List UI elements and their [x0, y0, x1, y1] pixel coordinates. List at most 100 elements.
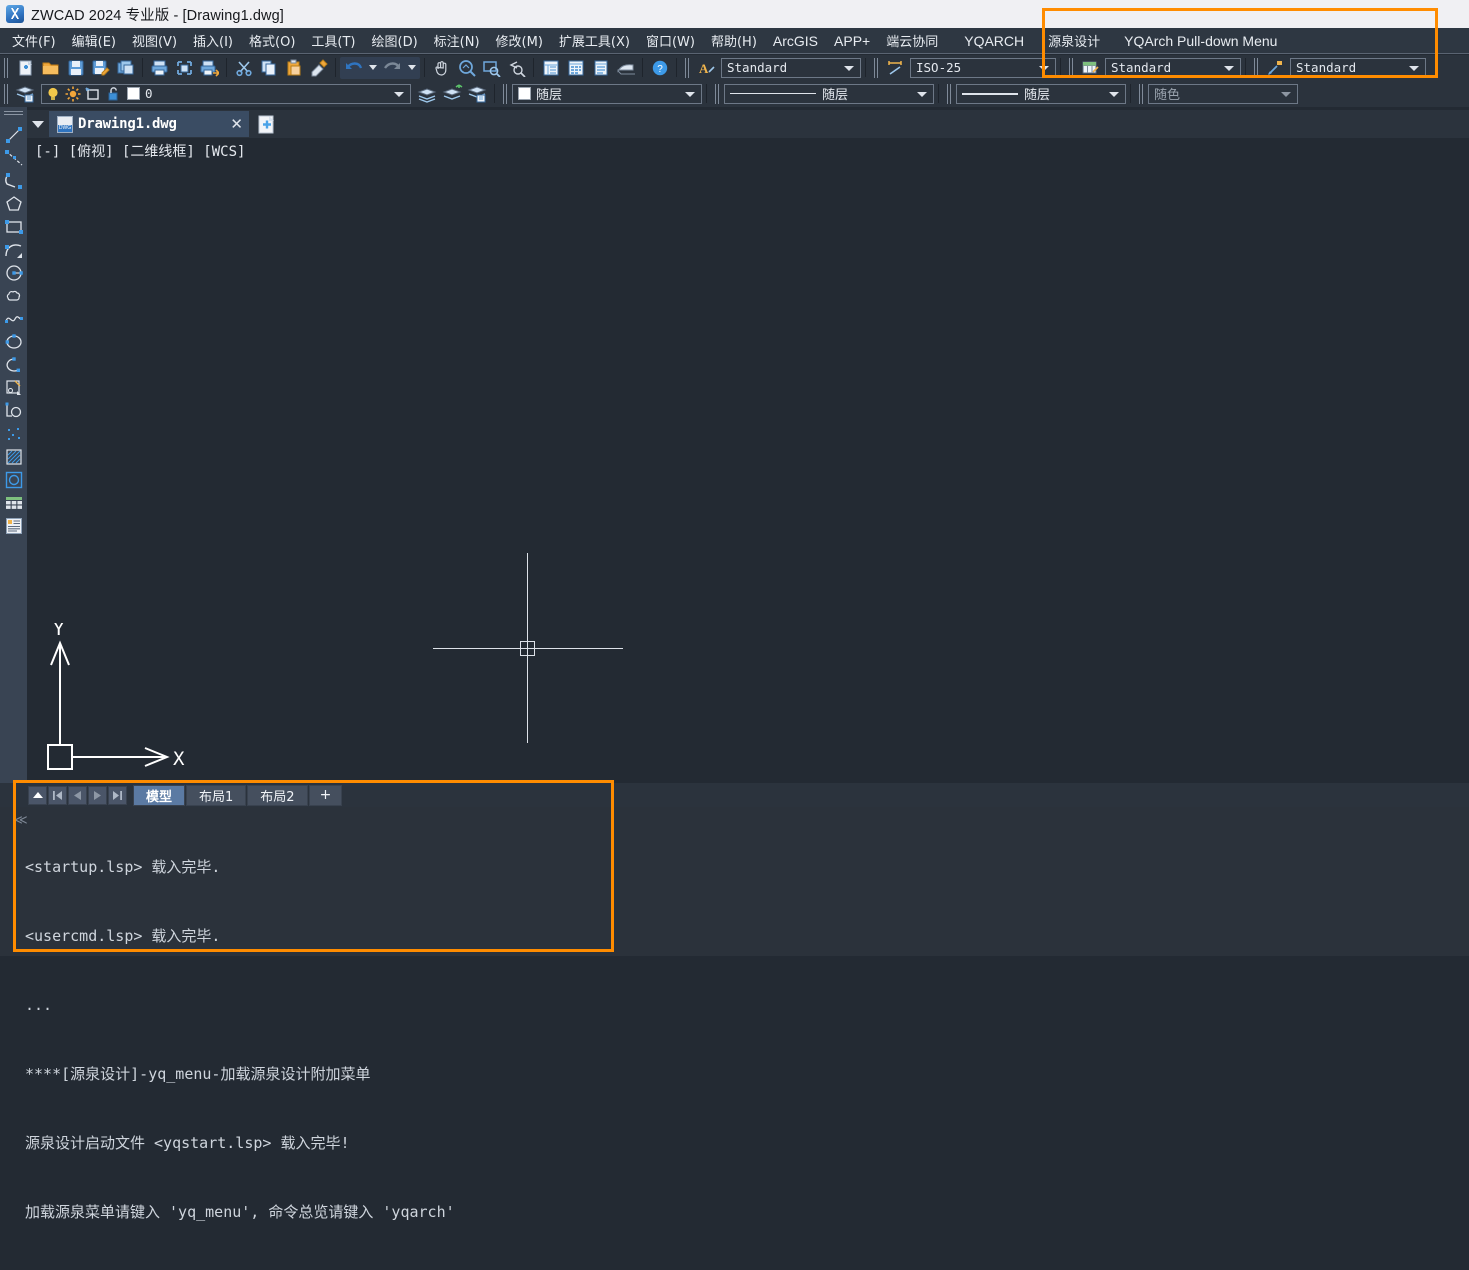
circle-icon[interactable] — [1, 261, 26, 284]
zoom-window-icon[interactable] — [479, 57, 504, 79]
menu-window[interactable]: 窗口(W) — [638, 29, 703, 52]
pan-hand-icon[interactable] — [429, 57, 454, 79]
next-tab-icon[interactable] — [88, 785, 107, 805]
viewport-label[interactable]: [-] [俯视] [二维线框] [WCS] — [35, 141, 245, 161]
first-tab-icon[interactable] — [48, 785, 67, 805]
multiline-text-icon[interactable] — [1, 514, 26, 537]
mleader-style-combo[interactable]: Standard — [1290, 57, 1426, 78]
tab-layout1[interactable]: 布局1 — [186, 784, 247, 806]
menu-file[interactable]: 文件(F) — [4, 29, 64, 52]
design-center-icon[interactable] — [563, 57, 588, 79]
properties-icon[interactable] — [538, 57, 563, 79]
color-control[interactable]: 随层 — [512, 83, 702, 104]
export-icon[interactable] — [113, 57, 138, 79]
command-line-area[interactable]: ≪ <startup.lsp> 载入完毕. <usercmd.lsp> 载入完毕… — [0, 807, 1469, 1221]
copy-icon[interactable] — [256, 57, 281, 79]
revision-cloud-icon[interactable] — [1, 284, 26, 307]
paste-icon[interactable] — [281, 57, 306, 79]
print-icon[interactable] — [147, 57, 172, 79]
zoom-realtime-icon[interactable] — [454, 57, 479, 79]
toolbar-grip[interactable] — [714, 83, 721, 104]
point-icon[interactable] — [1, 422, 26, 445]
cut-scissors-icon[interactable] — [231, 57, 256, 79]
save-icon[interactable] — [63, 57, 88, 79]
menu-yqarch-pulldown[interactable]: YQArch Pull-down Menu — [1116, 31, 1285, 51]
polyline-icon[interactable] — [1, 169, 26, 192]
toolbar-grip[interactable] — [3, 83, 10, 104]
close-icon[interactable]: ✕ — [214, 117, 243, 132]
menu-format[interactable]: 格式(O) — [241, 29, 303, 52]
gradient-icon[interactable] — [1, 468, 26, 491]
make-block-icon[interactable] — [1, 399, 26, 422]
tab-model[interactable]: 模型 — [133, 784, 186, 806]
toolbar-grip[interactable] — [684, 57, 691, 78]
polygon-icon[interactable] — [1, 192, 26, 215]
linetype-control[interactable]: 随层 — [724, 83, 934, 104]
menu-express-tools[interactable]: 扩展工具(X) — [551, 29, 638, 52]
render-icon[interactable] — [613, 57, 638, 79]
undo-dropdown-icon[interactable] — [366, 57, 380, 79]
menu-draw[interactable]: 绘图(D) — [364, 29, 426, 52]
toolbar-grip[interactable] — [1138, 83, 1145, 104]
menu-modify[interactable]: 修改(M) — [488, 29, 551, 52]
match-properties-icon[interactable] — [306, 57, 331, 79]
toolbar-grip[interactable] — [3, 57, 10, 78]
tab-layout2[interactable]: 布局2 — [247, 784, 308, 806]
plotstyle-control[interactable]: 随色 — [1148, 83, 1298, 104]
menu-arcgis[interactable]: ArcGIS — [765, 31, 826, 51]
layer-control-combo[interactable]: 0 — [41, 83, 411, 104]
command-history[interactable]: <startup.lsp> 载入完毕. <usercmd.lsp> 载入完毕. … — [25, 810, 1465, 1270]
menu-edit[interactable]: 编辑(E) — [64, 29, 124, 52]
menu-help[interactable]: 帮助(H) — [703, 29, 765, 52]
ellipse-arc-icon[interactable] — [1, 353, 26, 376]
tool-palette-icon[interactable] — [588, 57, 613, 79]
zoom-previous-icon[interactable] — [504, 57, 529, 79]
layer-make-current-icon[interactable] — [440, 83, 465, 105]
layer-states-icon[interactable] — [465, 83, 490, 105]
insert-block-icon[interactable] — [1, 376, 26, 399]
toolbar-grip[interactable] — [502, 83, 509, 104]
ray-construction-line-icon[interactable] — [1, 146, 26, 169]
toolbar-grip[interactable] — [1068, 57, 1075, 78]
rectangle-icon[interactable] — [1, 215, 26, 238]
table-icon[interactable] — [1, 491, 26, 514]
toolbar-grip[interactable] — [4, 109, 23, 119]
line-icon[interactable] — [1, 123, 26, 146]
print-preview-icon[interactable] — [172, 57, 197, 79]
prev-tab-icon[interactable] — [68, 785, 87, 805]
arc-icon[interactable] — [1, 238, 26, 261]
hatch-icon[interactable] — [1, 445, 26, 468]
menu-cloud-collab[interactable]: 端云协同 — [878, 29, 946, 52]
document-tab-drawing1[interactable]: Drawing1.dwg ✕ — [49, 111, 249, 137]
menu-yuanquan-design[interactable]: 源泉设计 — [1040, 29, 1108, 52]
redo-dropdown-icon[interactable] — [405, 57, 419, 79]
ellipse-icon[interactable] — [1, 330, 26, 353]
layer-manager-icon[interactable] — [13, 83, 38, 105]
tab-list-dropdown[interactable] — [27, 111, 49, 137]
new-drawing-tab-button[interactable] — [253, 111, 281, 137]
drawing-canvas[interactable]: [-] [俯视] [二维线框] [WCS] Y X — [27, 138, 1469, 780]
dim-style-combo[interactable]: ISO-25 — [910, 57, 1056, 78]
dim-style-icon[interactable] — [883, 57, 908, 79]
lineweight-control[interactable]: 随层 — [956, 83, 1126, 104]
spline-icon[interactable] — [1, 307, 26, 330]
toolbar-grip[interactable] — [946, 83, 953, 104]
menu-app-plus[interactable]: APP+ — [826, 31, 878, 51]
last-tab-icon[interactable] — [108, 785, 127, 805]
table-style-icon[interactable] — [1078, 57, 1103, 79]
menu-insert[interactable]: 插入(I) — [185, 29, 241, 52]
open-folder-icon[interactable] — [38, 57, 63, 79]
undo-arrow-icon[interactable] — [341, 57, 366, 79]
table-style-combo[interactable]: Standard — [1105, 57, 1241, 78]
toolbar-grip[interactable] — [873, 57, 880, 78]
add-layout-button[interactable]: + — [308, 784, 343, 806]
save-as-icon[interactable] — [88, 57, 113, 79]
toolbar-grip[interactable] — [1253, 57, 1260, 78]
scroll-up-icon[interactable] — [28, 785, 47, 805]
layer-previous-icon[interactable] — [415, 83, 440, 105]
redo-arrow-icon[interactable] — [380, 57, 405, 79]
menu-tools[interactable]: 工具(T) — [303, 29, 363, 52]
help-circle-icon[interactable]: ? — [647, 57, 672, 79]
menu-view[interactable]: 视图(V) — [124, 29, 185, 52]
mleader-style-icon[interactable] — [1263, 57, 1288, 79]
